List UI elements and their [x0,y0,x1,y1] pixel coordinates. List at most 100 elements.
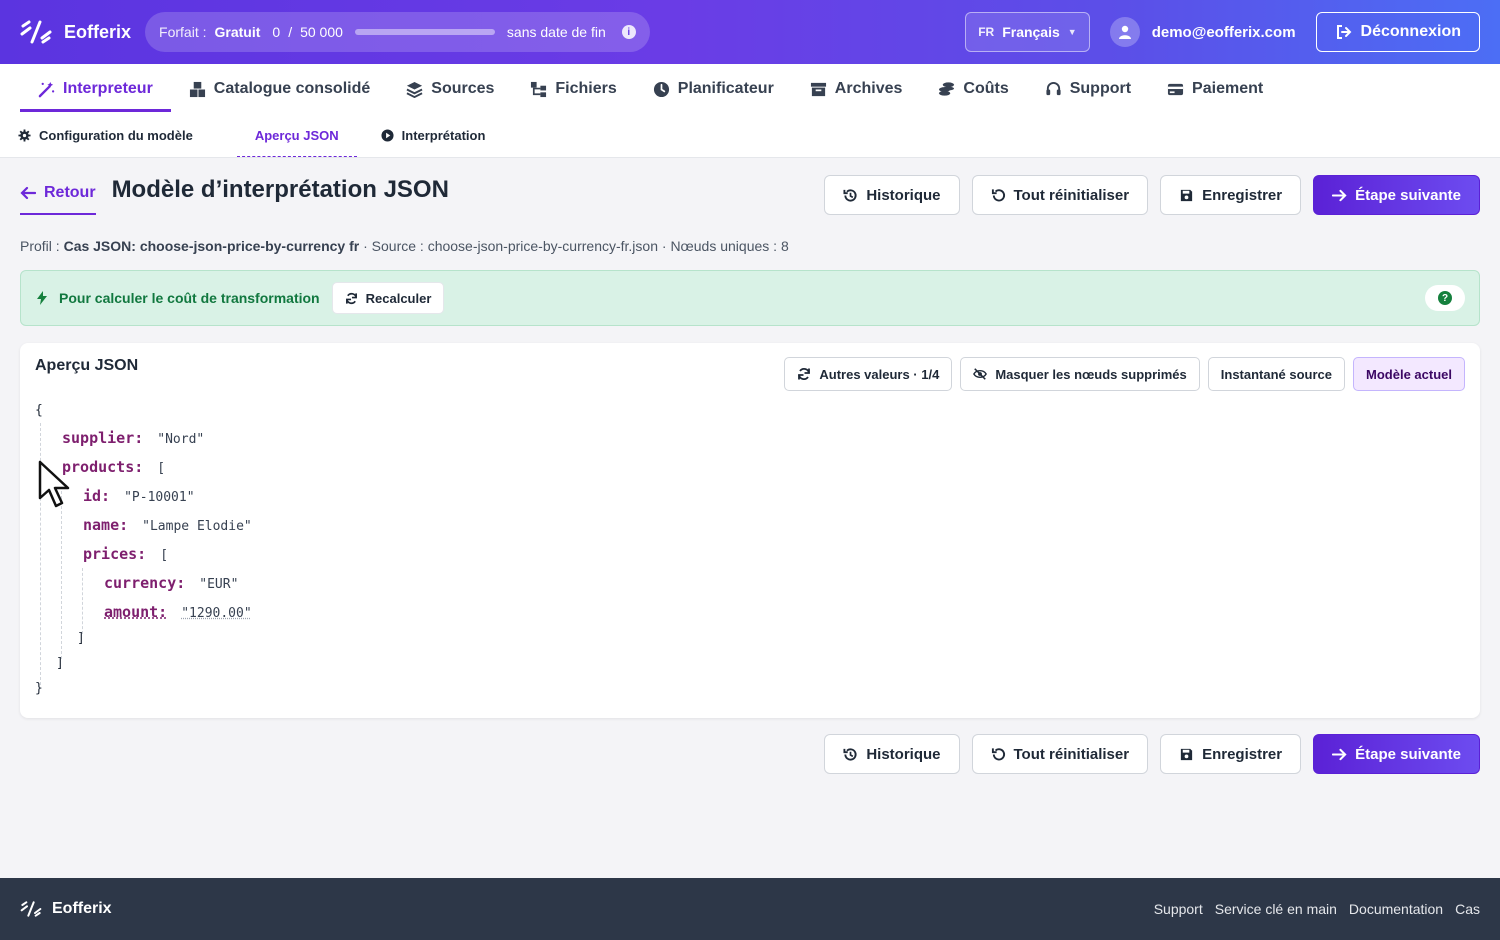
back-link[interactable]: Retour [20,175,96,215]
save-button[interactable]: Enregistrer [1160,734,1302,774]
json-line-supplier[interactable]: supplier: "Nord" [62,428,204,448]
nav-item-couts[interactable]: Coûts [920,64,1026,114]
tab-configuration[interactable]: Configuration du modèle [18,114,217,157]
history-label: Historique [866,186,941,204]
nav-label: Archives [834,80,903,97]
alert-text: Pour calculer le coût de transformation [59,290,320,306]
nav-item-archives[interactable]: Archives [792,64,921,114]
eye-slash-icon [973,368,988,380]
footer-app-name: Eofferix [52,900,112,917]
credit-card-icon [1167,83,1184,95]
footer-link-service[interactable]: Service clé en main [1215,901,1337,917]
footer-link-support[interactable]: Support [1154,901,1203,917]
gear-icon [18,129,31,142]
user-menu[interactable]: demo@eofferix.com [1109,17,1296,47]
nav-item-sources[interactable]: Sources [388,64,512,114]
json-close-bracket: ] [77,631,85,646]
source-label: · Source : [359,238,428,254]
source-value: choose-json-price-by-currency-fr.json [427,238,658,254]
undo-icon [991,188,1005,201]
json-line-prices[interactable]: prices: [ [83,544,168,564]
json-line-amount[interactable]: amount: "1290.00" [104,602,252,622]
save-icon [1180,748,1193,760]
bolt-icon [37,291,47,305]
nav-label: Fichiers [555,80,617,97]
next-step-label: Étape suivante [1355,186,1461,204]
json-bracket: [ [160,548,169,563]
source-snapshot-button[interactable]: Instantané source [1207,357,1346,391]
json-line-name[interactable]: name: "Lampe Elodie" [83,515,252,535]
header-actions: Historique Tout réinitialiser Enregistre… [824,175,1480,215]
recalculate-button[interactable]: Recalculer [331,282,445,314]
json-line-currency[interactable]: currency: "EUR" [104,573,238,593]
json-key: supplier: [62,429,144,447]
nav-item-catalogue[interactable]: Catalogue consolidé [171,64,388,114]
reset-button[interactable]: Tout réinitialiser [971,175,1149,215]
nav-item-support[interactable]: Support [1027,64,1149,114]
hide-deleted-nodes-button[interactable]: Masquer les nœuds supprimés [960,357,1200,391]
nav-item-interpreteur[interactable]: Interpreteur [20,64,171,114]
sub-nav: Configuration du modèle Aperçu JSON Inte… [0,114,1500,158]
cycle-icon [798,368,811,380]
nav-label: Planificateur [677,80,774,97]
plan-usage-separator: / [288,24,293,40]
reset-button[interactable]: Tout réinitialiser [971,734,1149,774]
hide-deleted-label: Masquer les nœuds supprimés [995,366,1187,382]
nav-item-planificateur[interactable]: Planificateur [635,64,792,114]
headset-icon [1046,81,1061,95]
footer: Eofferix Support Service clé en main Doc… [0,878,1500,940]
current-model-button[interactable]: Modèle actuel [1353,357,1465,391]
nodes-label: · Nœuds uniques : [658,238,781,254]
arrow-left-icon [20,186,36,200]
plan-name: Gratuit [214,24,261,40]
json-key: currency: [104,574,186,592]
footer-logo[interactable]: Eofferix [20,900,112,918]
json-value: "1290.00" [181,606,252,621]
tab-interpretation[interactable]: Interprétation [381,114,510,157]
history-button[interactable]: Historique [824,175,960,215]
json-close-brace: } [35,681,43,696]
history-icon [843,188,857,202]
save-button[interactable]: Enregistrer [1160,175,1302,215]
caret-down-icon: ▼ [1067,27,1077,37]
json-key: id: [83,487,111,505]
json-value: "Lampe Elodie" [142,519,252,534]
mouse-cursor-icon [38,460,70,508]
json-key: amount: [104,603,168,621]
preview-tools: Autres valeurs · 1/4 Masquer les nœuds s… [784,357,1465,391]
info-icon[interactable]: i [621,25,636,39]
json-bracket: [ [157,461,166,476]
tab-label: Interprétation [401,128,486,143]
tab-apercu-json[interactable]: Aperçu JSON [236,114,357,157]
top-bar: Eofferix Forfait : Gratuit 0 / 50 000 sa… [0,0,1500,64]
next-step-button[interactable]: Étape suivante [1313,734,1480,774]
logout-button[interactable]: Déconnexion [1315,12,1480,52]
layers-icon [406,81,423,98]
app-name: Eofferix [64,21,132,42]
json-preview-card: Aperçu JSON Autres valeurs · 1/4 Masquer… [20,343,1480,718]
refresh-icon [345,292,357,304]
save-label: Enregistrer [1202,186,1283,204]
json-key: prices: [83,545,147,563]
plan-expiry: sans date de fin [506,24,606,40]
json-line-products[interactable]: products: [ [62,457,165,477]
nodes-value: 8 [780,238,789,254]
other-values-button[interactable]: Autres valeurs · 1/4 [784,357,953,391]
nav-item-paiement[interactable]: Paiement [1149,64,1281,114]
profile-value: Cas JSON: choose-json-price-by-currency … [63,238,360,254]
profile-info: Profil : Cas JSON: choose-json-price-by-… [20,238,789,254]
history-button[interactable]: Historique [824,734,960,774]
logout-icon [1336,25,1351,39]
next-step-button[interactable]: Étape suivante [1313,175,1480,215]
footer-link-documentation[interactable]: Documentation [1349,901,1443,917]
plan-usage-current: 0 [272,24,281,40]
json-line-id[interactable]: id: "P-10001" [83,486,195,506]
undo-icon [991,747,1005,760]
nav-label: Interpreteur [63,80,153,97]
page-title: Modèle d’interprétation JSON [111,176,449,203]
footer-link-cas[interactable]: Cas [1455,901,1480,917]
app-logo[interactable]: Eofferix [20,20,131,44]
nav-item-fichiers[interactable]: Fichiers [512,64,634,114]
language-selector[interactable]: FR Français ▼ [965,12,1090,52]
help-button[interactable]: ? [1425,285,1465,311]
